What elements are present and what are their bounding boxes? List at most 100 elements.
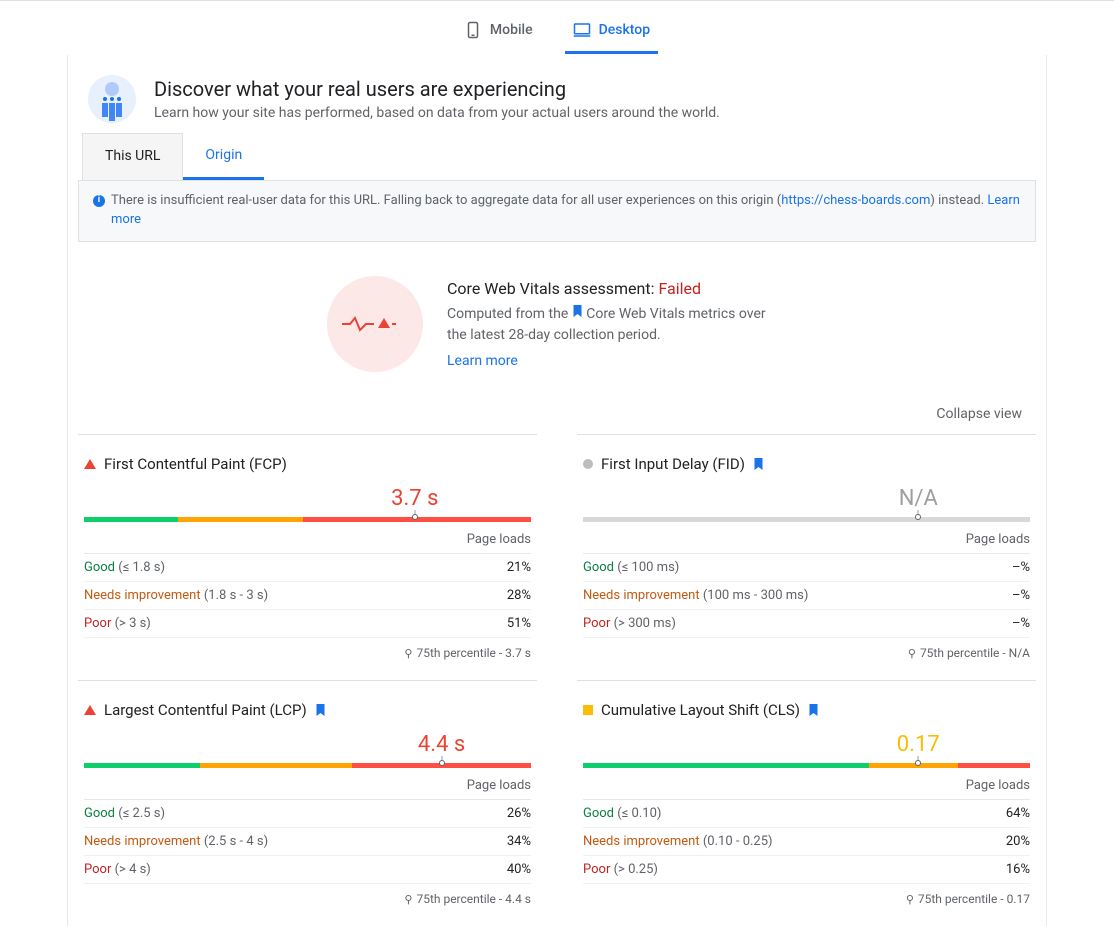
marker-icon: [915, 760, 921, 766]
bookmark-icon[interactable]: [753, 457, 764, 471]
lcp-poor-label: Poor: [84, 862, 111, 877]
marker-icon: [915, 514, 921, 520]
fid-percentile: 75th percentile - N/A: [920, 646, 1030, 660]
tab-mobile[interactable]: Mobile: [456, 9, 541, 54]
fcp-poor-pct: 51%: [507, 616, 531, 631]
fid-good-pct: –%: [1012, 560, 1030, 575]
assessment-title-pre: Core Web Vitals assessment:: [447, 279, 658, 298]
lcp-percentile: 75th percentile - 4.4 s: [416, 892, 531, 906]
assessment-status-icon: [327, 276, 423, 372]
cls-poor-range: (> 0.25): [614, 862, 658, 877]
lcp-ni-pct: 34%: [507, 834, 531, 849]
cls-good-range: (≤ 0.10): [617, 806, 661, 821]
source-tabs: This URL Origin: [68, 133, 1046, 180]
cls-ni-range: (0.10 - 0.25): [703, 834, 773, 849]
page-loads-label: Page loads: [84, 530, 531, 554]
pin-icon: ⚲: [906, 893, 914, 906]
pin-icon: ⚲: [404, 893, 412, 906]
metric-lcp-bar: [84, 763, 531, 768]
assessment-block: Core Web Vitals assessment: Failed Compu…: [68, 254, 1046, 382]
pin-icon: ⚲: [908, 647, 916, 660]
metric-cls-name: Cumulative Layout Shift (CLS): [601, 701, 800, 719]
metric-lcp: Largest Contentful Paint (LCP) 4.4 s Pag…: [78, 680, 537, 926]
fcp-good-range: (≤ 1.8 s): [118, 560, 165, 575]
cls-poor-label: Poor: [583, 862, 610, 877]
metric-fcp-name: First Contentful Paint (FCP): [104, 455, 287, 473]
cls-ni-pct: 20%: [1006, 834, 1030, 849]
users-icon: [88, 75, 136, 123]
metric-fid-value: N/A: [899, 486, 938, 511]
square-orange-icon: [583, 705, 593, 715]
lcp-poor-range: (> 4 s): [115, 862, 151, 877]
desktop-icon: [573, 21, 591, 39]
assessment-learn-more-link[interactable]: Learn more: [447, 353, 518, 369]
cls-poor-pct: 16%: [1006, 862, 1030, 877]
assessment-status: Failed: [658, 279, 701, 298]
metric-cls: Cumulative Layout Shift (CLS) 0.17 Page …: [577, 680, 1036, 926]
fid-poor-range: (> 300 ms): [614, 616, 676, 631]
metric-fcp-bar: [84, 517, 531, 522]
tab-origin[interactable]: Origin: [183, 133, 264, 180]
page-loads-label: Page loads: [84, 776, 531, 800]
metric-cls-bar: [583, 763, 1030, 768]
fcp-good-pct: 21%: [507, 560, 531, 575]
lcp-good-range: (≤ 2.5 s): [118, 806, 165, 821]
page-title: Discover what your real users are experi…: [154, 77, 720, 101]
device-tabs: Mobile Desktop: [0, 1, 1114, 55]
metric-cls-value: 0.17: [897, 732, 940, 757]
notice-text-pre: There is insufficient real-user data for…: [111, 193, 781, 208]
triangle-red-icon: [84, 705, 96, 715]
metric-fid-bar: [583, 517, 1030, 522]
assessment-description: Computed from the Core Web Vitals metric…: [447, 304, 787, 347]
fcp-poor-range: (> 3 s): [115, 616, 151, 631]
fid-good-label: Good: [583, 560, 614, 575]
fid-ni-label: Needs improvement: [583, 588, 700, 603]
bookmark-icon[interactable]: [808, 703, 819, 717]
fcp-poor-label: Poor: [84, 616, 111, 631]
info-icon: i: [93, 195, 105, 207]
tab-desktop-label: Desktop: [599, 22, 650, 38]
insufficient-data-notice: i There is insufficient real-user data f…: [78, 180, 1036, 242]
assessment-title: Core Web Vitals assessment: Failed: [447, 279, 787, 298]
fcp-ni-label: Needs improvement: [84, 588, 201, 603]
cls-ni-label: Needs improvement: [583, 834, 700, 849]
mobile-icon: [464, 21, 482, 39]
marker-icon: [439, 760, 445, 766]
tab-this-url[interactable]: This URL: [82, 133, 183, 180]
fid-good-range: (≤ 100 ms): [617, 560, 679, 575]
fcp-ni-pct: 28%: [507, 588, 531, 603]
metric-lcp-name: Largest Contentful Paint (LCP): [104, 701, 307, 719]
pin-icon: ⚲: [404, 647, 412, 660]
header-section: Discover what your real users are experi…: [68, 55, 1046, 133]
lcp-good-label: Good: [84, 806, 115, 821]
tab-mobile-label: Mobile: [490, 22, 533, 38]
collapse-view-button[interactable]: Collapse view: [936, 406, 1022, 422]
page-loads-label: Page loads: [583, 530, 1030, 554]
fid-poor-pct: –%: [1012, 616, 1030, 631]
lcp-good-pct: 26%: [507, 806, 531, 821]
metric-lcp-value: 4.4 s: [418, 732, 465, 757]
page-loads-label: Page loads: [583, 776, 1030, 800]
cls-good-label: Good: [583, 806, 614, 821]
triangle-red-icon: [84, 459, 96, 469]
fid-ni-range: (100 ms - 300 ms): [703, 588, 809, 603]
cls-good-pct: 64%: [1006, 806, 1030, 821]
tab-desktop[interactable]: Desktop: [565, 9, 658, 54]
fid-ni-pct: –%: [1012, 588, 1030, 603]
fcp-good-label: Good: [84, 560, 115, 575]
metric-fid-name: First Input Delay (FID): [601, 455, 745, 473]
fid-poor-label: Poor: [583, 616, 610, 631]
lcp-ni-label: Needs improvement: [84, 834, 201, 849]
metric-fid: First Input Delay (FID) N/A Page loads G…: [577, 434, 1036, 680]
assessment-desc-1: Computed from the: [447, 306, 572, 322]
notice-text-post: ) instead.: [930, 193, 987, 208]
fcp-ni-range: (1.8 s - 3 s): [204, 588, 268, 603]
notice-origin-link[interactable]: https://chess-boards.com: [781, 193, 930, 208]
marker-icon: [412, 514, 418, 520]
lcp-ni-range: (2.5 s - 4 s): [204, 834, 268, 849]
bookmark-icon[interactable]: [315, 703, 326, 717]
metric-fcp-value: 3.7 s: [391, 486, 438, 511]
main-panel: Discover what your real users are experi…: [67, 55, 1047, 926]
fcp-percentile: 75th percentile - 3.7 s: [416, 646, 531, 660]
dot-gray-icon: [583, 459, 593, 469]
